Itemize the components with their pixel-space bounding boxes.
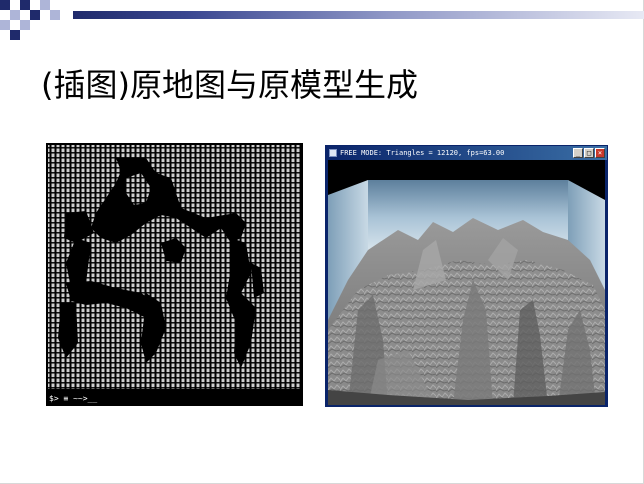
deco-square [50,10,60,20]
close-button[interactable]: × [595,148,605,158]
slide: (插图)原地图与原模型生成 $> ≡ ~~>__ FREE MODE: Tria… [0,0,644,484]
deco-square [10,30,20,40]
header-band [73,11,644,19]
slide-title: (插图)原地图与原模型生成 [41,66,418,104]
deco-square [10,10,20,20]
maximize-button[interactable]: □ [584,148,594,158]
deco-square [20,20,30,30]
deco-square [20,0,30,10]
deco-square [40,0,50,10]
minimize-button[interactable]: _ [573,148,583,158]
deco-square [0,20,10,30]
window-titlebar: FREE MODE: Triangles = 12120, fps=63.00 … [326,146,607,160]
terrain-render-graphic [328,160,605,405]
map-caption-text: $> ≡ ~~>__ [49,394,97,403]
deco-square [30,10,40,20]
ascii-map-image: $> ≡ ~~>__ [46,143,303,406]
terrain-render-window: FREE MODE: Triangles = 12120, fps=63.00 … [325,145,608,407]
ascii-map-graphic: $> ≡ ~~>__ [46,143,303,406]
window-app-icon [329,149,337,157]
deco-square [0,0,10,10]
slide-decoration [0,0,644,45]
window-title-text: FREE MODE: Triangles = 12120, fps=63.00 [340,149,505,157]
terrain-viewport[interactable] [328,160,605,405]
